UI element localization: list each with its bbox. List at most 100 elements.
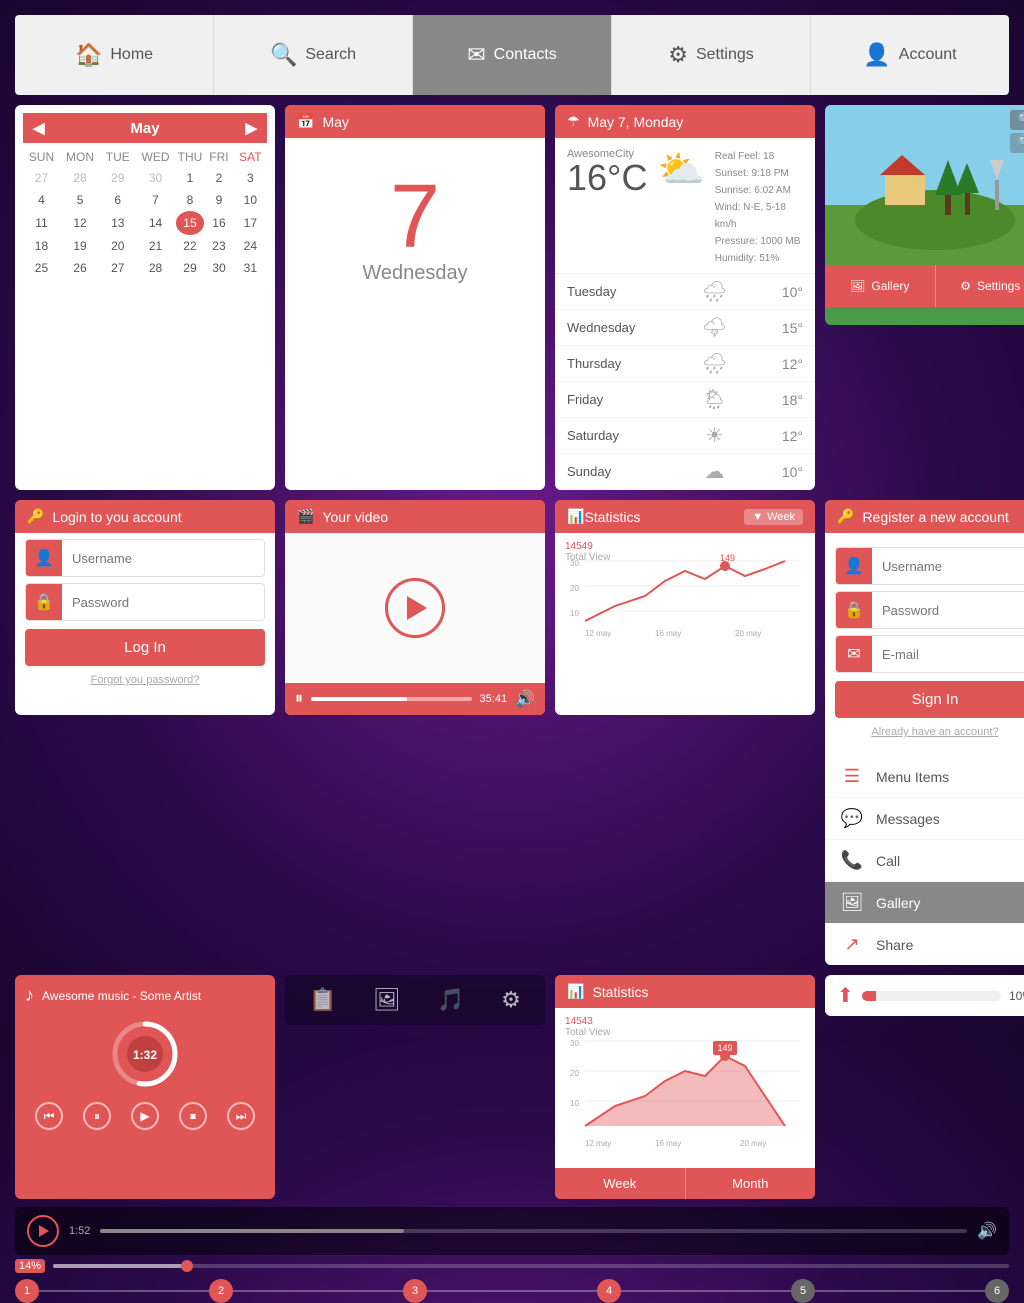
- menu-item-messages[interactable]: 💬 Messages: [825, 798, 1024, 840]
- cal-day[interactable]: 10: [234, 189, 267, 211]
- rewind-btn[interactable]: ⏮: [35, 1102, 63, 1130]
- player-play-btn[interactable]: [27, 1215, 59, 1247]
- cal-day[interactable]: 13: [100, 211, 135, 235]
- pause-icon[interactable]: ⏸: [295, 690, 303, 708]
- cal-day[interactable]: 27: [23, 167, 60, 189]
- cal-day[interactable]: 12: [60, 211, 100, 235]
- settings-btn[interactable]: ⚙ Settings: [936, 265, 1024, 307]
- cal-day[interactable]: 4: [23, 189, 60, 211]
- forecast-icon: 🌧: [702, 279, 727, 304]
- play-button[interactable]: [385, 578, 445, 638]
- stats-period-badge[interactable]: ▼ Week: [744, 509, 803, 525]
- cal-day[interactable]: 8: [176, 189, 205, 211]
- cal-day[interactable]: 1: [176, 167, 205, 189]
- step-5[interactable]: 5: [791, 1279, 815, 1303]
- register-email-input[interactable]: [872, 636, 1024, 672]
- nav-contacts[interactable]: ✉ Contacts: [413, 15, 612, 95]
- volume-icon[interactable]: 🔊: [515, 689, 535, 709]
- key-icon: 🔑: [27, 508, 44, 525]
- register-username-field[interactable]: 👤: [835, 547, 1024, 585]
- cal-day[interactable]: 25: [23, 257, 60, 279]
- nav-settings[interactable]: ⚙ Settings: [612, 15, 811, 95]
- cal-day[interactable]: 27: [100, 257, 135, 279]
- cal-day[interactable]: 29: [100, 167, 135, 189]
- forecast-temp: 10°: [782, 284, 803, 300]
- stats-week-btn[interactable]: Week: [555, 1168, 686, 1199]
- cal-day[interactable]: 19: [60, 235, 100, 257]
- register-email-field[interactable]: ✉: [835, 635, 1024, 673]
- cal-day[interactable]: 11: [23, 211, 60, 235]
- cal-day[interactable]: 17: [234, 211, 267, 235]
- step-navigation: 1 2 3 4 5 6: [15, 1279, 1009, 1303]
- stats-small-total: 14549 Total View: [565, 541, 610, 563]
- forward-btn[interactable]: ⏭: [227, 1102, 255, 1130]
- cal-prev-btn[interactable]: ◀: [33, 119, 45, 137]
- nav-home[interactable]: 🏠 Home: [15, 15, 214, 95]
- volume-track[interactable]: [53, 1264, 1009, 1268]
- cal-day[interactable]: 16: [204, 211, 233, 235]
- cal-day[interactable]: 9: [204, 189, 233, 211]
- register-username-input[interactable]: [872, 548, 1024, 584]
- nav-search[interactable]: 🔍 Search: [214, 15, 413, 95]
- login-password-input[interactable]: [62, 584, 264, 620]
- cal-day[interactable]: 30: [204, 257, 233, 279]
- step-6[interactable]: 6: [985, 1279, 1009, 1303]
- play-music-btn[interactable]: ▶: [131, 1102, 159, 1130]
- cal-day[interactable]: 22: [176, 235, 205, 257]
- step-4[interactable]: 4: [597, 1279, 621, 1303]
- forgot-password-link[interactable]: Forgot you password?: [15, 674, 275, 686]
- pause-music-btn[interactable]: ⏸: [83, 1102, 111, 1130]
- cal-day[interactable]: 2: [204, 167, 233, 189]
- chart-icon: 📊: [567, 508, 584, 525]
- gallery-btn[interactable]: 🖼 Gallery: [825, 265, 936, 307]
- cal-day[interactable]: 21: [135, 235, 175, 257]
- document-icon[interactable]: 📋: [305, 983, 340, 1017]
- cal-day[interactable]: 26: [60, 257, 100, 279]
- cal-next-btn[interactable]: ▶: [245, 119, 257, 137]
- already-account-link[interactable]: Already have an account?: [825, 726, 1024, 738]
- volume-thumb[interactable]: [181, 1260, 193, 1272]
- cal-month-label: May: [130, 120, 159, 137]
- cal-day[interactable]: 5: [60, 189, 100, 211]
- cal-day[interactable]: 18: [23, 235, 60, 257]
- player-progress-bar[interactable]: [100, 1229, 967, 1233]
- forecast-icon: ☀: [705, 423, 723, 448]
- stats-small-title: Statistics: [584, 509, 640, 525]
- login-username-field[interactable]: 👤: [25, 539, 265, 577]
- menu-item-gallery[interactable]: 🖼 Gallery: [825, 882, 1024, 924]
- cal-day[interactable]: 24: [234, 235, 267, 257]
- register-password-field[interactable]: 🔒: [835, 591, 1024, 629]
- cal-day[interactable]: 28: [60, 167, 100, 189]
- nav-account[interactable]: 👤 Account: [811, 15, 1009, 95]
- svg-text:20 may: 20 may: [735, 629, 761, 638]
- cal-day[interactable]: 7: [135, 189, 175, 211]
- cal-day[interactable]: 31: [234, 257, 267, 279]
- step-3[interactable]: 3: [403, 1279, 427, 1303]
- login-username-input[interactable]: [62, 540, 264, 576]
- cal-day[interactable]: 30: [135, 167, 175, 189]
- player-vol-icon[interactable]: 🔊: [977, 1221, 997, 1241]
- image-icon[interactable]: 🖼: [369, 983, 405, 1017]
- login-button[interactable]: Log In: [25, 629, 265, 666]
- menu-item-share[interactable]: ↗ Share: [825, 924, 1024, 965]
- register-button[interactable]: Sign In: [835, 681, 1024, 718]
- cal-day[interactable]: 14: [135, 211, 175, 235]
- login-password-field[interactable]: 🔒: [25, 583, 265, 621]
- cal-day[interactable]: 15: [176, 211, 205, 235]
- menu-item-menu-items[interactable]: ☰ Menu Items: [825, 756, 1024, 798]
- cal-day[interactable]: 3: [234, 167, 267, 189]
- video-progress-bar[interactable]: [311, 697, 472, 701]
- step-2[interactable]: 2: [209, 1279, 233, 1303]
- stats-month-btn[interactable]: Month: [686, 1168, 816, 1199]
- step-1[interactable]: 1: [15, 1279, 39, 1303]
- cal-day[interactable]: 23: [204, 235, 233, 257]
- cal-day[interactable]: 28: [135, 257, 175, 279]
- register-password-input[interactable]: [872, 592, 1024, 628]
- cal-day[interactable]: 6: [100, 189, 135, 211]
- cal-day[interactable]: 20: [100, 235, 135, 257]
- menu-item-call[interactable]: 📞 Call: [825, 840, 1024, 882]
- music-icon[interactable]: 🎵: [433, 983, 468, 1017]
- cal-day[interactable]: 29: [176, 257, 205, 279]
- stop-btn[interactable]: ⏹: [179, 1102, 207, 1130]
- tools-gear-icon[interactable]: ⚙: [497, 983, 525, 1017]
